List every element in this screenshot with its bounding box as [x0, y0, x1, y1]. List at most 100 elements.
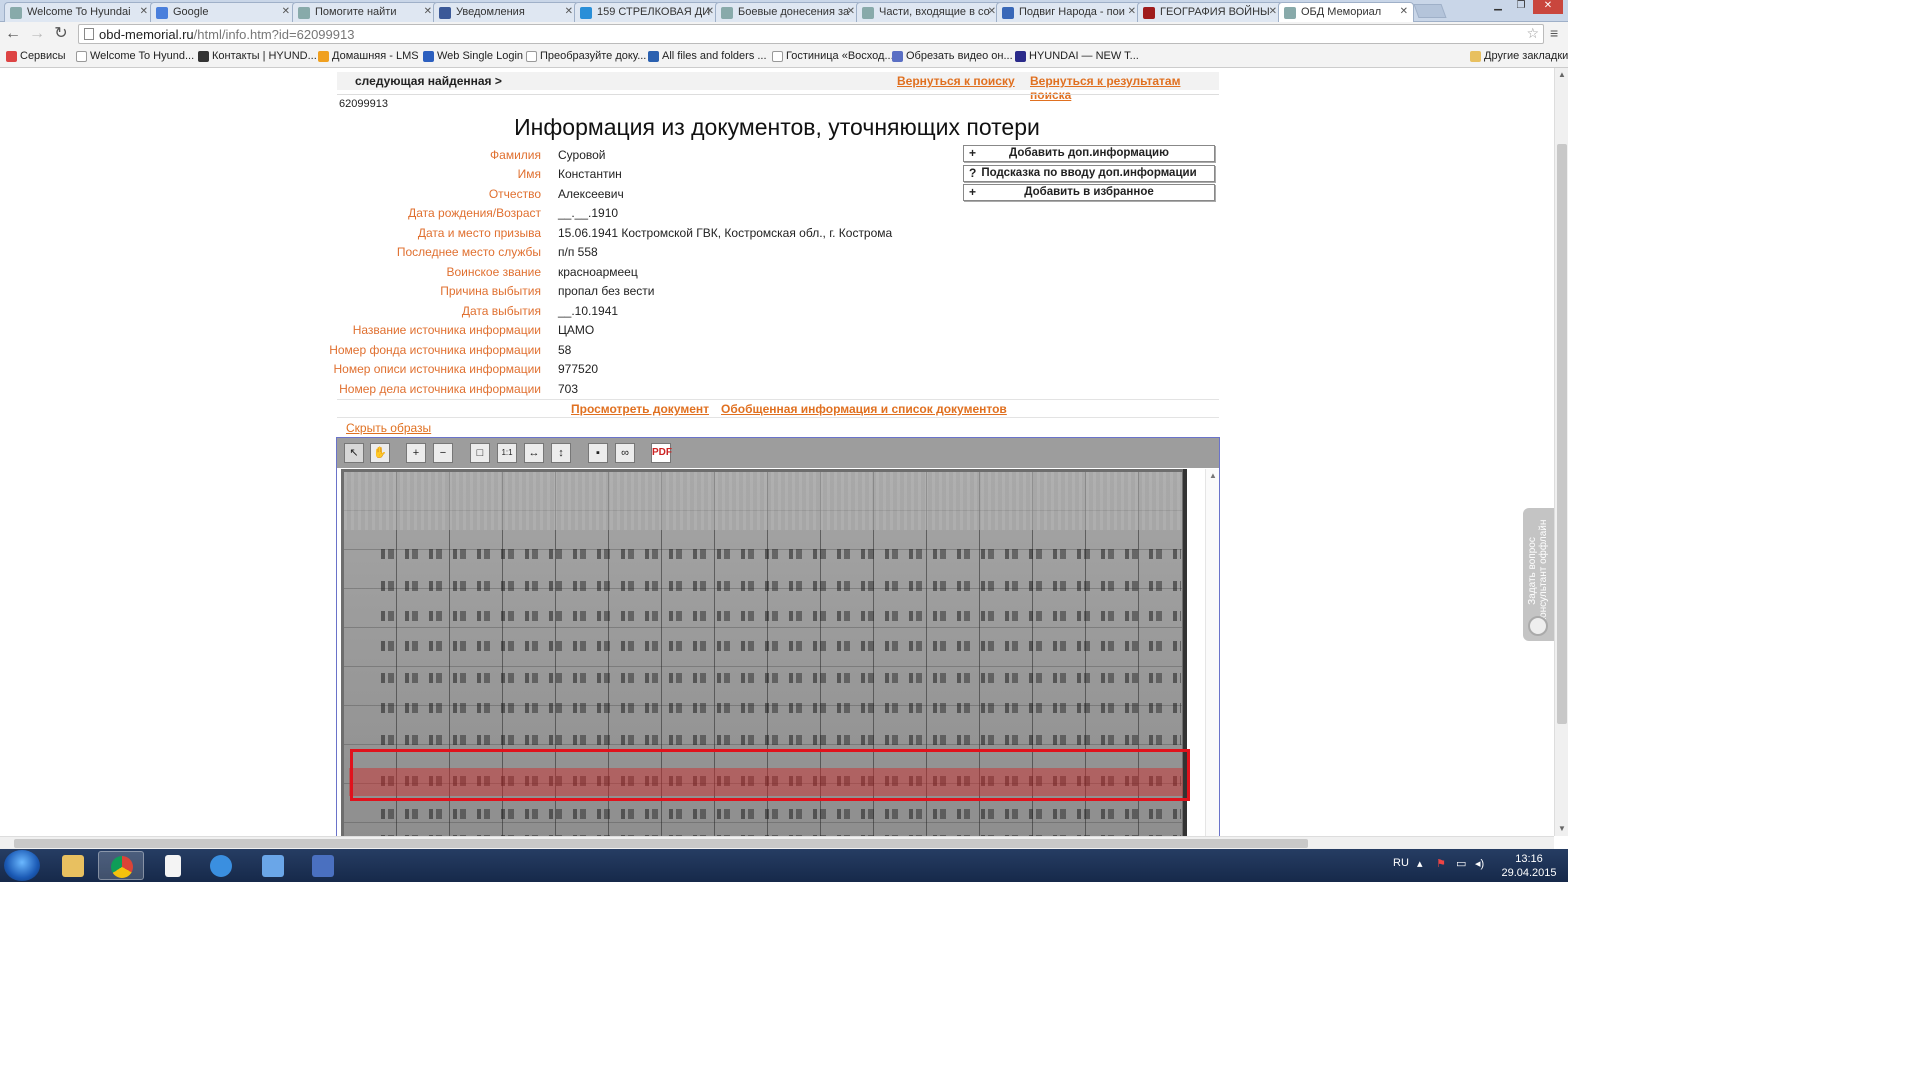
- close-tab-icon[interactable]: ✕: [282, 6, 290, 17]
- tab[interactable]: Помогите найти ✕: [292, 2, 438, 22]
- other-bookmarks[interactable]: Другие закладки: [1470, 50, 1568, 62]
- page-vertical-scrollbar[interactable]: ▲ ▼: [1554, 68, 1568, 836]
- fit-width-icon[interactable]: ↔: [524, 443, 544, 463]
- document-taskbar-button[interactable]: [150, 851, 196, 880]
- reload-icon[interactable]: ↻: [52, 25, 70, 43]
- bookmark-star-icon[interactable]: ☆: [1526, 25, 1539, 42]
- field-value-patronymic: Алексеевич: [558, 187, 624, 201]
- vk-favicon-icon: [439, 7, 451, 19]
- zoom-out-icon[interactable]: −: [433, 443, 453, 463]
- add-favorite-button[interactable]: + Добавить в избранное: [963, 184, 1215, 201]
- bookmark-item[interactable]: All files and folders ...: [648, 50, 767, 62]
- bookmark-item[interactable]: HYUNDAI — NEW T...: [1015, 50, 1139, 62]
- forward-icon[interactable]: →: [28, 25, 46, 43]
- bookmark-apps[interactable]: Сервисы: [6, 50, 66, 62]
- zoom-in-icon[interactable]: +: [406, 443, 426, 463]
- pan-tool-icon[interactable]: ✋: [370, 443, 390, 463]
- back-to-search-link[interactable]: Вернуться к поиску: [897, 74, 1015, 88]
- field-value-reason: пропал без вести: [558, 284, 655, 298]
- bookmark-item[interactable]: Преобразуйте доку...: [526, 50, 646, 62]
- close-tab-icon[interactable]: ✕: [988, 6, 996, 17]
- minimize-icon[interactable]: ▁: [1487, 0, 1509, 14]
- address-bar[interactable]: obd-memorial.ru/html/info.htm?id=6209991…: [78, 24, 1544, 44]
- tab-active[interactable]: ОБД Мемориал ✕: [1278, 2, 1414, 23]
- new-tab-button[interactable]: [1413, 4, 1447, 18]
- show-hidden-icons-icon[interactable]: ▴: [1417, 857, 1423, 870]
- scroll-thumb[interactable]: [14, 839, 1308, 848]
- back-to-results-link[interactable]: Вернуться к результатам поиска: [1030, 74, 1219, 102]
- bookmark-item[interactable]: Гостиница «Восход...: [772, 50, 894, 62]
- save-icon[interactable]: ▪: [588, 443, 608, 463]
- select-tool-icon[interactable]: ↖: [344, 443, 364, 463]
- field-label-surname: Фамилия: [490, 148, 541, 162]
- close-tab-icon[interactable]: ✕: [1400, 6, 1408, 17]
- actual-size-icon[interactable]: 1:1: [497, 443, 517, 463]
- tab[interactable]: ГЕОГРАФИЯ ВОЙНЫ ✕: [1137, 2, 1283, 22]
- scroll-up-icon[interactable]: ▲: [1558, 70, 1566, 79]
- view-document-link[interactable]: Просмотреть документ: [571, 402, 709, 416]
- add-info-button[interactable]: + Добавить доп.информацию: [963, 145, 1215, 162]
- start-button[interactable]: [4, 850, 40, 881]
- fit-height-icon[interactable]: ↕: [551, 443, 571, 463]
- chat-icon: [1528, 616, 1548, 636]
- page-favicon-icon: [721, 7, 733, 19]
- fit-page-icon[interactable]: □: [470, 443, 490, 463]
- bookmark-item[interactable]: Welcome To Hyund...: [76, 50, 194, 62]
- close-tab-icon[interactable]: ✕: [140, 6, 148, 17]
- bookmark-item[interactable]: Обрезать видео он...: [892, 50, 1013, 62]
- tab-label: Google: [173, 6, 209, 18]
- tab[interactable]: Части, входящие в со ✕: [856, 2, 1002, 22]
- url-host: obd-memorial.ru: [99, 27, 194, 42]
- back-icon[interactable]: ←: [4, 25, 22, 43]
- chrome-taskbar-button[interactable]: [98, 851, 144, 880]
- scan-row: [381, 611, 1181, 621]
- network-taskbar-button[interactable]: [300, 851, 346, 880]
- google-favicon-icon: [156, 7, 168, 19]
- bookmark-item[interactable]: Контакты | HYUND...: [198, 50, 317, 62]
- close-tab-icon[interactable]: ✕: [424, 6, 432, 17]
- network-status-icon[interactable]: ▭: [1456, 857, 1466, 870]
- action-center-flag-icon[interactable]: ⚑: [1436, 857, 1446, 870]
- clock-time: 13:16: [1515, 853, 1543, 865]
- pdf-icon[interactable]: PDF: [651, 443, 672, 463]
- link-icon[interactable]: ∞: [615, 443, 635, 463]
- menu-icon[interactable]: ≡: [1550, 25, 1558, 41]
- language-indicator[interactable]: RU: [1393, 857, 1409, 869]
- tab[interactable]: Уведомления ✕: [433, 2, 579, 22]
- tab[interactable]: Google ✕: [150, 2, 296, 22]
- video-icon: [892, 51, 903, 62]
- close-tab-icon[interactable]: ✕: [1269, 6, 1277, 17]
- summary-info-link[interactable]: Обобщенная информация и список документо…: [721, 402, 1007, 416]
- outlook-taskbar-button[interactable]: [250, 851, 296, 880]
- close-tab-icon[interactable]: ✕: [706, 6, 714, 17]
- bookmark-item[interactable]: Домашняя - LMS: [318, 50, 419, 62]
- viewer-scrollbar[interactable]: ▲: [1205, 469, 1219, 836]
- explorer-taskbar-button[interactable]: [50, 851, 96, 880]
- volume-icon[interactable]: ◂): [1475, 857, 1484, 870]
- tab[interactable]: Боевые донесения за ✕: [715, 2, 861, 22]
- record-id: 62099913: [339, 98, 388, 110]
- divider: [337, 417, 1219, 418]
- maximize-icon[interactable]: ❐: [1510, 0, 1532, 14]
- bookmark-item[interactable]: Web Single Login: [423, 50, 523, 62]
- tab[interactable]: Welcome To Hyundai ✕: [4, 2, 154, 22]
- page-horizontal-scrollbar[interactable]: [0, 836, 1554, 849]
- tab[interactable]: Подвиг Народа - пои ✕: [996, 2, 1142, 22]
- ask-question-widget[interactable]: Задать вопрос консультант оффлайн: [1523, 508, 1555, 641]
- input-hint-button[interactable]: ? Подсказка по вводу доп.информации: [963, 165, 1215, 182]
- close-tab-icon[interactable]: ✕: [847, 6, 855, 17]
- scroll-up-icon[interactable]: ▲: [1209, 471, 1217, 480]
- next-found-link[interactable]: следующая найденная >: [355, 74, 502, 88]
- hide-images-link[interactable]: Скрыть образы: [346, 421, 431, 435]
- close-tab-icon[interactable]: ✕: [1128, 6, 1136, 17]
- url-text[interactable]: obd-memorial.ru/html/info.htm?id=6209991…: [99, 27, 354, 42]
- scroll-down-icon[interactable]: ▼: [1558, 824, 1566, 833]
- field-value-source: ЦАМО: [558, 323, 595, 337]
- close-window-icon[interactable]: ✕: [1533, 0, 1563, 14]
- system-clock[interactable]: 13:16 29.04.2015: [1498, 852, 1560, 880]
- tab[interactable]: 159 СТРЕЛКОВАЯ ДИ ✕: [574, 2, 720, 22]
- close-tab-icon[interactable]: ✕: [565, 6, 573, 17]
- field-label-birth: Дата рождения/Возраст: [408, 206, 541, 220]
- ie-taskbar-button[interactable]: [198, 851, 244, 880]
- scroll-thumb[interactable]: [1557, 144, 1567, 724]
